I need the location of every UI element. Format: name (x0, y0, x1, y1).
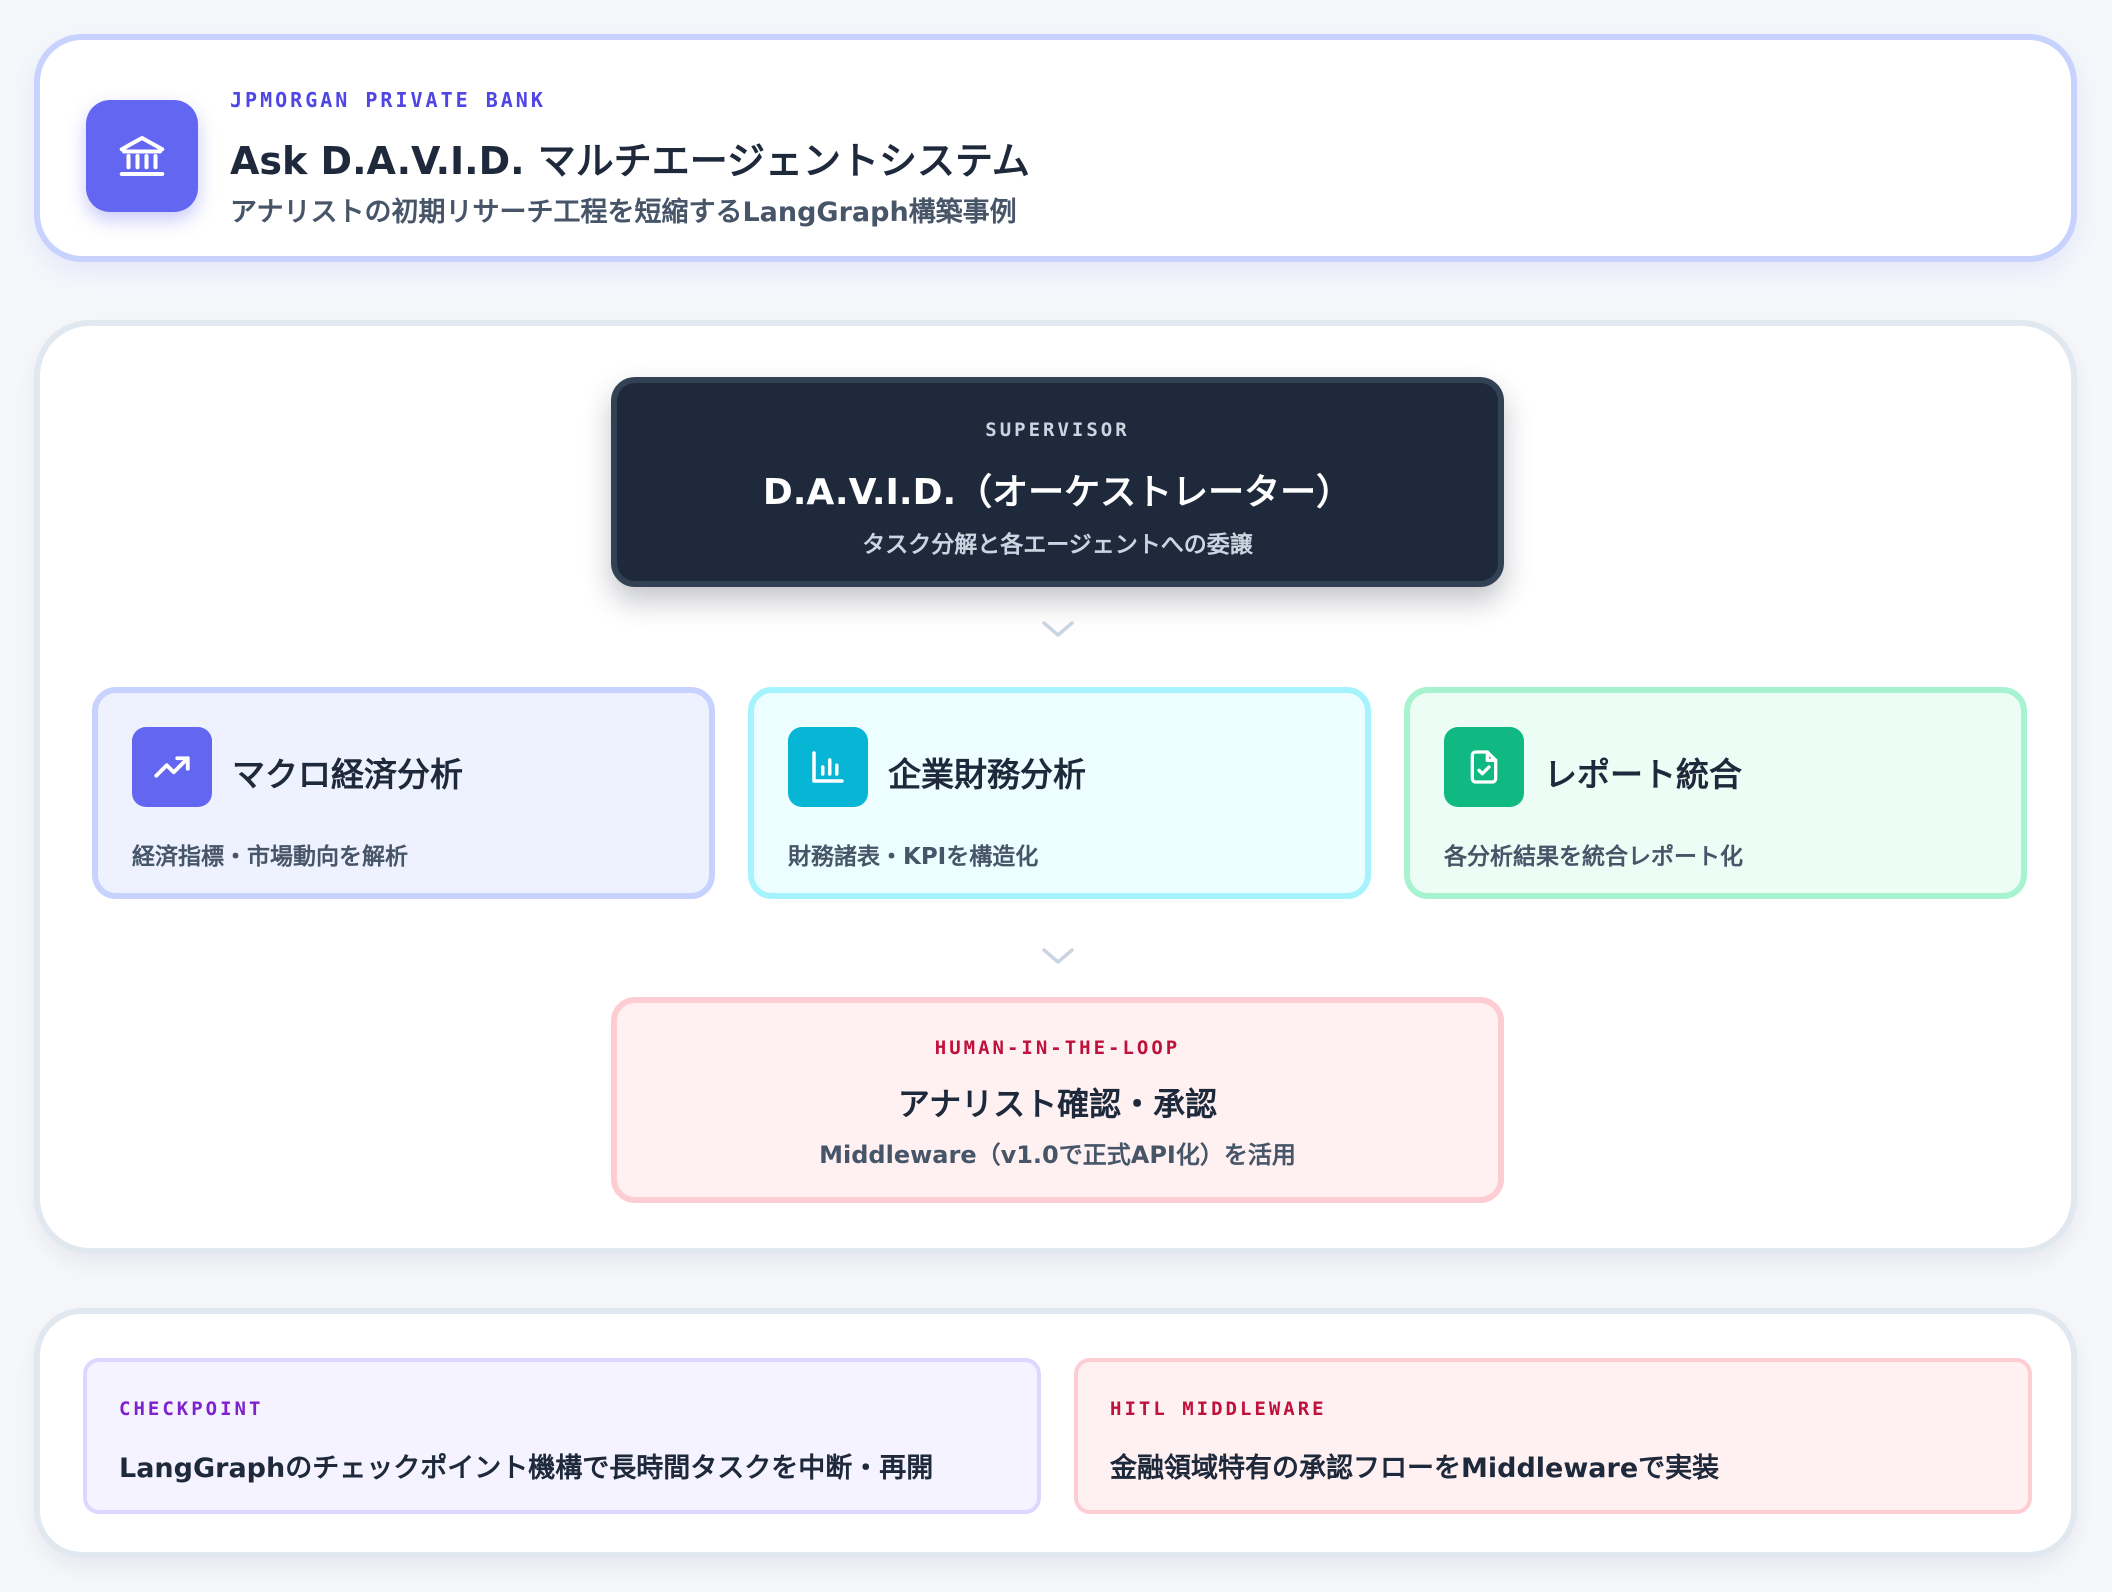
feature-checkpoint: CHECKPOINT LangGraphのチェックポイント機構で長時間タスクを中… (83, 1358, 1041, 1514)
supervisor-subtitle: タスク分解と各エージェントへの委譲 (862, 532, 1253, 558)
agent-icon-box (788, 727, 868, 807)
agent-title: 企業財務分析 (888, 755, 1086, 794)
agent-description: 各分析結果を統合レポート化 (1444, 844, 1743, 870)
hitl-title: アナリスト確認・承認 (897, 1085, 1218, 1123)
file-check-icon (1470, 750, 1498, 784)
agent-title: マクロ経済分析 (232, 755, 463, 794)
agent-card-report: レポート統合 各分析結果を統合レポート化 (1404, 687, 2027, 899)
agent-icon-box (1444, 727, 1524, 807)
page-subtitle: アナリストの初期リサーチ工程を短縮するLangGraph構築事例 (230, 197, 1017, 228)
supervisor-eyebrow: SUPERVISOR (985, 419, 1130, 441)
agent-card-macro: マクロ経済分析 経済指標・市場動向を解析 (92, 687, 715, 899)
hitl-node: HUMAN-IN-THE-LOOP アナリスト確認・承認 Middleware（… (611, 997, 1504, 1203)
supervisor-title: D.A.V.I.D.（オーケストレーター） (762, 472, 1353, 513)
architecture-diagram: SUPERVISOR D.A.V.I.D.（オーケストレーター） タスク分解と各… (34, 320, 2077, 1254)
supervisor-node: SUPERVISOR D.A.V.I.D.（オーケストレーター） タスク分解と各… (611, 377, 1504, 587)
bar-chart-icon (812, 751, 844, 783)
chevron-down-icon (1042, 948, 1074, 964)
features-card: CHECKPOINT LangGraphのチェックポイント機構で長時間タスクを中… (34, 1308, 2077, 1558)
feature-text: LangGraphのチェックポイント機構で長時間タスクを中断・再開 (119, 1453, 934, 1484)
header-eyebrow: JPMORGAN PRIVATE BANK (230, 88, 546, 112)
feature-eyebrow: CHECKPOINT (119, 1398, 264, 1420)
page-title: Ask D.A.V.I.D. マルチエージェントシステム (230, 139, 1030, 183)
agent-title: レポート統合 (1544, 755, 1742, 794)
feature-text: 金融領域特有の承認フローをMiddlewareで実装 (1110, 1453, 1720, 1484)
chevron-down-icon (1042, 621, 1074, 637)
agent-description: 財務諸表・KPIを構造化 (788, 844, 1039, 870)
agent-description: 経済指標・市場動向を解析 (132, 844, 408, 870)
feature-hitl-middleware: HITL MIDDLEWARE 金融領域特有の承認フローをMiddlewareで… (1074, 1358, 2032, 1514)
trending-up-icon (154, 756, 190, 778)
logo-badge (86, 100, 198, 212)
agent-icon-box (132, 727, 212, 807)
hitl-subtitle: Middleware（v1.0で正式API化）を活用 (819, 1141, 1296, 1169)
hitl-eyebrow: HUMAN-IN-THE-LOOP (934, 1037, 1181, 1059)
header-card: JPMORGAN PRIVATE BANK Ask D.A.V.I.D. マルチ… (34, 34, 2077, 262)
bank-icon (119, 135, 165, 177)
feature-eyebrow: HITL MIDDLEWARE (1110, 1398, 1327, 1420)
agent-card-corporate: 企業財務分析 財務諸表・KPIを構造化 (748, 687, 1371, 899)
